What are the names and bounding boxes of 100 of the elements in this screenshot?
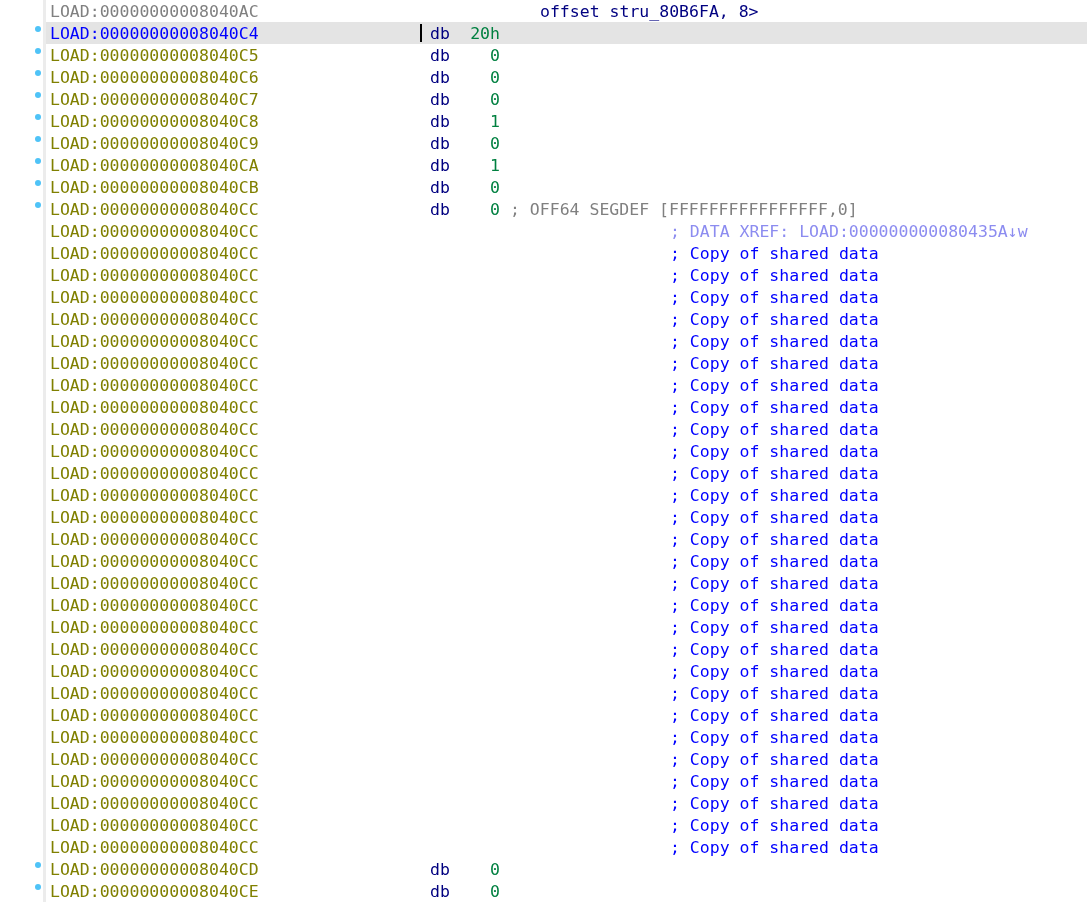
mnemonic: db: [430, 67, 451, 87]
address-label: LOAD:00000000008040CC: [50, 617, 260, 637]
listing-line[interactable]: LOAD:00000000008040CC ; Copy of shared data: [0, 374, 1087, 396]
address-label: LOAD:00000000008040AC: [50, 1, 260, 21]
address-label: LOAD:00000000008040CC: [50, 771, 260, 791]
listing-line[interactable]: LOAD:00000000008040CC ; Copy of shared data: [0, 638, 1087, 660]
listing-line[interactable]: LOAD:00000000008040CC ; Copy of shared data: [0, 814, 1087, 836]
comment: ; Copy of shared data: [670, 419, 879, 439]
listing-line[interactable]: LOAD:00000000008040CC ; Copy of shared data: [0, 286, 1087, 308]
comment: ; Copy of shared data: [670, 287, 879, 307]
listing-line[interactable]: LOAD:00000000008040C6 db 0: [0, 66, 1087, 88]
listing-line[interactable]: LOAD:00000000008040CC ; Copy of shared data: [0, 682, 1087, 704]
comment: ; Copy of shared data: [670, 705, 879, 725]
comment: ; Copy of shared data: [670, 397, 879, 417]
listing-line[interactable]: LOAD:00000000008040CC ; Copy of shared data: [0, 242, 1087, 264]
address-label: LOAD:00000000008040CC: [50, 199, 260, 219]
comment: ; Copy of shared data: [670, 507, 879, 527]
address-label: LOAD:00000000008040C4: [50, 23, 260, 43]
listing-line[interactable]: LOAD:00000000008040CC ; Copy of shared data: [0, 704, 1087, 726]
comment: ; Copy of shared data: [670, 837, 879, 857]
comment: ; Copy of shared data: [670, 573, 879, 593]
mnemonic: db: [430, 45, 451, 65]
operand: 0: [489, 859, 500, 879]
address-label: LOAD:00000000008040C9: [50, 133, 260, 153]
address-label: LOAD:00000000008040CC: [50, 309, 260, 329]
comment: ; Copy of shared data: [670, 463, 879, 483]
listing-line[interactable]: LOAD:00000000008040CC ; Copy of shared data: [0, 572, 1087, 594]
listing-line[interactable]: LOAD:00000000008040CC ; Copy of shared data: [0, 594, 1087, 616]
address-label: LOAD:00000000008040CC: [50, 551, 260, 571]
comment: ; Copy of shared data: [670, 771, 879, 791]
operand: 0: [489, 881, 500, 901]
listing-line[interactable]: LOAD:00000000008040CC ; Copy of shared data: [0, 748, 1087, 770]
listing-line[interactable]: LOAD:00000000008040CC ; Copy of shared data: [0, 836, 1087, 858]
address-label: LOAD:00000000008040CC: [50, 529, 260, 549]
listing-line[interactable]: LOAD:00000000008040CC ; Copy of shared data: [0, 616, 1087, 638]
listing-line[interactable]: LOAD:00000000008040CC db 0 ; OFF64 SEGDEF [FFFFFFFFFFFFFFFF,0]: [0, 198, 1087, 220]
listing-line[interactable]: LOAD:00000000008040CC ; Copy of shared data: [0, 396, 1087, 418]
address-label: LOAD:00000000008040CC: [50, 595, 260, 615]
address-label: LOAD:00000000008040CB: [50, 177, 260, 197]
listing-line[interactable]: LOAD:00000000008040CC ; Copy of shared data: [0, 792, 1087, 814]
address-label: LOAD:00000000008040CE: [50, 881, 260, 901]
listing-line[interactable]: LOAD:00000000008040CA db 1: [0, 154, 1087, 176]
address-label: LOAD:00000000008040CC: [50, 793, 260, 813]
address-label: LOAD:00000000008040CC: [50, 705, 260, 725]
mnemonic: db: [430, 155, 451, 175]
operand: 0: [489, 89, 500, 109]
listing-line[interactable]: LOAD:00000000008040CD db 0: [0, 858, 1087, 880]
listing-line[interactable]: LOAD:00000000008040CC ; DATA XREF: LOAD:000000000080435A↓w: [0, 220, 1087, 242]
operand: 20h: [470, 23, 500, 43]
operand: 1: [489, 111, 500, 131]
comment: ; Copy of shared data: [670, 485, 879, 505]
listing-line[interactable]: LOAD:00000000008040CB db 0: [0, 176, 1087, 198]
address-label: LOAD:00000000008040C6: [50, 67, 260, 87]
comment: ; Copy of shared data: [670, 375, 879, 395]
listing-line[interactable]: LOAD:00000000008040CC ; Copy of shared data: [0, 506, 1087, 528]
address-label: LOAD:00000000008040C5: [50, 45, 260, 65]
operand: 0: [489, 45, 500, 65]
address-label: LOAD:00000000008040CC: [50, 419, 260, 439]
listing-line[interactable]: LOAD:00000000008040CC ; Copy of shared data: [0, 484, 1087, 506]
listing-line[interactable]: LOAD:00000000008040CC ; Copy of shared data: [0, 462, 1087, 484]
comment: ; Copy of shared data: [670, 331, 879, 351]
listing-line[interactable]: LOAD:00000000008040C5 db 0: [0, 44, 1087, 66]
comment: ; Copy of shared data: [670, 815, 879, 835]
listing-line[interactable]: LOAD:00000000008040CC ; Copy of shared data: [0, 550, 1087, 572]
listing-line[interactable]: LOAD:00000000008040CC ; Copy of shared data: [0, 308, 1087, 330]
listing-line[interactable]: LOAD:00000000008040CC ; Copy of shared data: [0, 726, 1087, 748]
comment: ; OFF64 SEGDEF [FFFFFFFFFFFFFFFF,0]: [510, 199, 858, 219]
listing-line[interactable]: LOAD:00000000008040CC ; Copy of shared data: [0, 440, 1087, 462]
address-label: LOAD:00000000008040CC: [50, 353, 260, 373]
address-label: LOAD:00000000008040CC: [50, 837, 260, 857]
address-label: LOAD:00000000008040CC: [50, 331, 260, 351]
listing-line[interactable]: LOAD:00000000008040C7 db 0: [0, 88, 1087, 110]
listing-line[interactable]: LOAD:00000000008040C8 db 1: [0, 110, 1087, 132]
comment: ; Copy of shared data: [670, 595, 879, 615]
comment: ; Copy of shared data: [670, 749, 879, 769]
address-label: LOAD:00000000008040CC: [50, 815, 260, 835]
mnemonic: db: [430, 199, 451, 219]
mnemonic: db: [430, 23, 451, 43]
listing-line[interactable]: LOAD:00000000008040CC ; Copy of shared data: [0, 418, 1087, 440]
address-label: LOAD:00000000008040CC: [50, 639, 260, 659]
address-label: LOAD:00000000008040CD: [50, 859, 260, 879]
mnemonic: db: [430, 881, 451, 901]
listing-line[interactable]: LOAD:00000000008040CC ; Copy of shared data: [0, 264, 1087, 286]
comment: ; Copy of shared data: [670, 309, 879, 329]
operand: 0: [489, 177, 500, 197]
listing-line[interactable]: LOAD:00000000008040C9 db 0: [0, 132, 1087, 154]
mnemonic: db: [430, 859, 451, 879]
address-label: LOAD:00000000008040CA: [50, 155, 260, 175]
address-label: LOAD:00000000008040CC: [50, 683, 260, 703]
operand: 0: [489, 133, 500, 153]
listing-line[interactable]: LOAD:00000000008040CC ; Copy of shared data: [0, 352, 1087, 374]
address-label: LOAD:00000000008040CC: [50, 265, 260, 285]
listing-line[interactable]: LOAD:00000000008040CE db 0: [0, 880, 1087, 902]
listing-line[interactable]: LOAD:00000000008040CC ; Copy of shared data: [0, 528, 1087, 550]
listing-line[interactable]: LOAD:00000000008040CC ; Copy of shared data: [0, 660, 1087, 682]
listing-line[interactable]: LOAD:00000000008040CC ; Copy of shared data: [0, 770, 1087, 792]
comment: ; Copy of shared data: [670, 793, 879, 813]
operand: 0: [489, 199, 500, 219]
listing-line[interactable]: LOAD:00000000008040CC ; Copy of shared data: [0, 330, 1087, 352]
mnemonic: db: [430, 177, 451, 197]
